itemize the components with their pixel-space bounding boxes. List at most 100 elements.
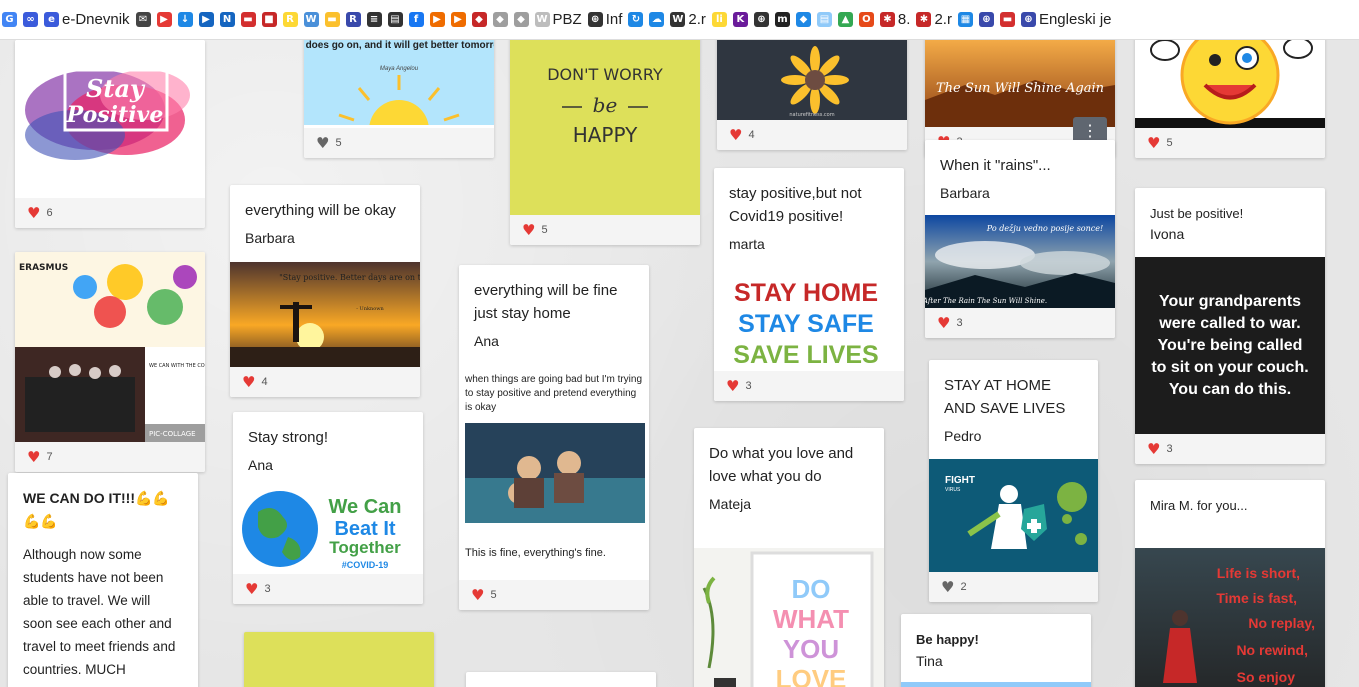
bookmark-shield[interactable]: ◆ — [471, 12, 487, 27]
post-smiley[interactable]: ♥ 5 — [1135, 40, 1325, 158]
bookmark-play[interactable]: ▶ — [429, 12, 445, 27]
post-erasmus-collage[interactable]: ERASMUS WE CAN WITH THE CORONAVIRUS PIC-… — [15, 252, 205, 472]
heart-icon[interactable]: ♥ — [726, 378, 739, 394]
bookmark-globe[interactable]: ⊕ Inf — [587, 11, 622, 28]
post-life-goes-on[interactable]: life does go on, and it will get better … — [304, 40, 494, 158]
sunflower-image: naturefitness.com — [717, 40, 907, 120]
everything-okay-attribution: - Unknown — [356, 306, 384, 312]
post-we-can-do-it[interactable]: WE CAN DO IT!!!💪💪💪💪 Although now some st… — [8, 473, 198, 687]
bookmark-label: e-Dnevnik — [62, 11, 130, 28]
like-count: 4 — [261, 376, 268, 388]
bookmark-k[interactable]: K — [732, 12, 748, 27]
stay-safe-text: STAY SAFE — [738, 310, 874, 338]
bookmark-r[interactable]: R — [345, 12, 361, 27]
post-author: Pedro — [944, 428, 982, 444]
bookmark-ednevnik[interactable]: e e-Dnevnik — [44, 11, 130, 28]
bookmark-drive[interactable]: ▲ — [837, 12, 853, 27]
bookmark-shield[interactable]: ◆ — [492, 12, 508, 27]
heart-icon[interactable]: ♥ — [1147, 441, 1160, 457]
bookmark-shield[interactable]: ◆ — [513, 12, 529, 27]
bookmark-w[interactable]: W 2.r — [670, 11, 706, 28]
bookmark-puzzle[interactable]: ▦ — [957, 12, 973, 27]
bookmark-m[interactable]: m — [774, 12, 790, 27]
post-mira[interactable]: Mira M. for you... Life is short, Time i… — [1135, 480, 1325, 687]
heart-icon[interactable]: ♥ — [941, 579, 954, 595]
bookmark-gift[interactable]: ■ — [261, 12, 277, 27]
bookmark-print[interactable]: ▤ — [387, 12, 403, 27]
heart-icon[interactable]: ♥ — [471, 587, 484, 603]
bookmark-video[interactable]: ▶ — [198, 12, 214, 27]
like-count: 5 — [490, 589, 497, 601]
bookmark-google[interactable]: G — [2, 12, 17, 27]
bookmark-link[interactable]: ∞ — [23, 12, 38, 27]
post-title: everything will be fine just stay home — [474, 282, 618, 322]
bookmark-mail[interactable]: ✉ — [135, 12, 151, 27]
heart-icon[interactable]: ♥ — [729, 127, 742, 143]
bookmark-ry[interactable]: R — [282, 12, 298, 27]
bookmark-office[interactable]: O — [858, 12, 874, 27]
post-title: Stay strong! — [248, 429, 329, 446]
bookmark-sync[interactable]: ↻ — [628, 12, 644, 27]
post-dont-worry[interactable]: DON'T WORRY be HAPPY ♥ 5 — [510, 40, 700, 245]
post-partial-bottom[interactable] — [466, 672, 656, 687]
bookmark-facebook[interactable]: f — [408, 12, 424, 27]
bookmark-news[interactable]: N — [219, 12, 235, 27]
globe-icon-4: ⊕ — [1020, 12, 1036, 27]
bookmark-doc[interactable]: ≡ — [366, 12, 382, 27]
life-goes-on-image: life does go on, and it will get better … — [304, 40, 494, 125]
flag-icon-2: ▬ — [999, 12, 1015, 27]
bookmark-eight[interactable]: ✱ 8. — [879, 11, 910, 28]
post-just-be-positive[interactable]: Just be positive! Ivona Your grandparent… — [1135, 188, 1325, 464]
post-when-it-rains[interactable]: When it "rains"... Barbara Po dežju vedn… — [925, 140, 1115, 338]
everything-okay-quote: "Stay positive. Better days are on their… — [279, 273, 420, 282]
rains-caption-bottom: After The Rain The Sun Will Shine. — [925, 297, 1047, 305]
post-title: WE CAN DO IT!!!💪💪💪💪 — [23, 490, 170, 529]
post-lime-blank[interactable] — [244, 632, 434, 687]
beat-it-line3: Together — [329, 538, 401, 557]
likes-bar: ♥ 3 — [925, 308, 1115, 338]
bookmark-flag[interactable]: ▬ — [240, 12, 256, 27]
post-everything-will-be-fine[interactable]: everything will be fine just stay home A… — [459, 265, 649, 610]
bookmark-globe[interactable]: ⊕ — [978, 12, 994, 27]
bookmark-globe[interactable]: ⊕ — [753, 12, 769, 27]
erasmus-collage-image: ERASMUS WE CAN WITH THE CORONAVIRUS PIC-… — [15, 252, 205, 442]
heart-icon[interactable]: ♥ — [937, 315, 950, 331]
heart-icon[interactable]: ♥ — [316, 135, 329, 151]
heart-icon[interactable]: ♥ — [27, 205, 40, 221]
post-stay-at-home-save-lives[interactable]: STAY AT HOME AND SAVE LIVES Pedro FIGHT … — [929, 360, 1098, 602]
bookmark-web[interactable]: W — [303, 12, 319, 27]
post-sunflower[interactable]: naturefitness.com ♥ 4 — [717, 40, 907, 150]
likes-bar: ♥ 5 — [1135, 128, 1325, 158]
bookmark-file[interactable]: ▤ — [816, 12, 832, 27]
bookmark-li[interactable]: li — [711, 12, 727, 27]
post-stay-positive-image[interactable]: Stay Positive ♥ 6 — [15, 40, 205, 228]
likes-bar: ♥ 5 — [459, 580, 649, 610]
bookmark-play[interactable]: ▶ — [450, 12, 466, 27]
post-everything-will-be-okay[interactable]: everything will be okay Barbara "Stay po… — [230, 185, 420, 397]
heart-icon[interactable]: ♥ — [522, 222, 535, 238]
post-stay-positive-covid[interactable]: stay positive,but not Covid19 positive! … — [714, 168, 904, 401]
heart-icon[interactable]: ♥ — [27, 449, 40, 465]
bookmark-pbz[interactable]: W PBZ — [534, 11, 582, 28]
video-icon: ▶ — [198, 12, 214, 27]
post-stay-strong[interactable]: Stay strong! Ana We Can Beat It Together… — [233, 412, 423, 604]
bookmark-flag[interactable]: ▬ — [999, 12, 1015, 27]
post-author: Ana — [474, 333, 499, 349]
bookmark-two-r[interactable]: ✱ 2.r — [916, 11, 952, 28]
heart-icon[interactable]: ♥ — [245, 581, 258, 597]
like-count: 3 — [745, 380, 752, 392]
play-icon: ▶ — [429, 12, 445, 27]
bookmark-download[interactable]: ↓ — [177, 12, 193, 27]
stay-positive-line2: Positive — [66, 102, 164, 128]
bookmark-dropbox[interactable]: ◆ — [795, 12, 811, 27]
bookmark-cloud[interactable]: ☁ — [649, 12, 665, 27]
post-be-happy[interactable]: Be happy! Tina — [901, 614, 1091, 687]
likes-bar: ♥ 6 — [15, 198, 205, 228]
bookmark-youtube[interactable]: ▶ — [156, 12, 172, 27]
post-author: marta — [729, 236, 765, 252]
bookmark-globe[interactable]: ⊕ Engleski je — [1020, 11, 1112, 28]
heart-icon[interactable]: ♥ — [1147, 135, 1160, 151]
bookmark-book[interactable]: ▬ — [324, 12, 340, 27]
heart-icon[interactable]: ♥ — [242, 374, 255, 390]
post-do-what-you-love[interactable]: Do what you love and love what you do Ma… — [694, 428, 884, 687]
